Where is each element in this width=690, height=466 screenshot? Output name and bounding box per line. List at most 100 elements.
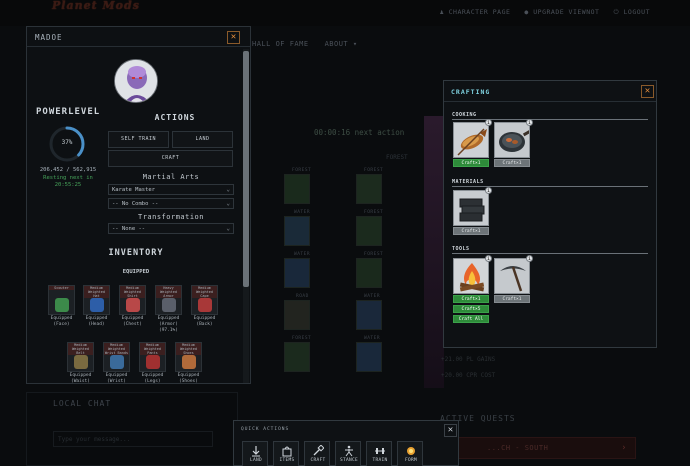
quick-stance-button[interactable]: STANCE <box>335 441 361 466</box>
craft-button[interactable]: CRAFT <box>108 150 233 167</box>
info-icon[interactable]: i <box>485 187 492 194</box>
martial-arts-title: Martial Arts <box>142 173 200 181</box>
chevron-right-icon: › <box>621 443 627 453</box>
craft-button[interactable]: Craft×1 <box>453 159 489 167</box>
martial-arts-select[interactable]: Karate Master ⌄ <box>108 184 234 195</box>
transformation-title: Transformation <box>137 213 204 221</box>
slot-image: Medium Weighted Wrist Bands <box>103 342 130 372</box>
transformation-select[interactable]: -- None -- ⌄ <box>108 223 234 234</box>
quick-land-label: LAND <box>249 458 263 463</box>
form-icon <box>407 447 415 455</box>
equipped-slot[interactable]: Medium Weighted Pants Equipped (Legs) <box>139 342 166 383</box>
local-chat-title: LOCAL CHAT <box>53 399 112 408</box>
tile-label: FOREST <box>292 168 312 173</box>
info-icon[interactable]: i <box>485 119 492 126</box>
info-icon[interactable]: i <box>526 119 533 126</box>
slot-item-name: Medium Weighted Cape <box>192 286 217 298</box>
map-tile[interactable] <box>284 174 310 204</box>
martial-arts-value: Karate Master <box>112 187 156 193</box>
category-divider <box>452 253 648 254</box>
site-logo[interactable]: Planet Mods <box>52 0 140 11</box>
map-tile[interactable] <box>356 216 382 246</box>
equipped-slot[interactable]: Medium Weighted Shoes Equipped (Shoes) <box>175 342 202 384</box>
map-tile[interactable] <box>284 258 310 288</box>
character-portrait-icon <box>115 60 157 102</box>
info-icon[interactable]: i <box>485 255 492 262</box>
slot-label: Equipped (Shoes) <box>177 373 200 384</box>
quick-form-button[interactable]: FORM <box>397 441 423 466</box>
quest-row[interactable]: ...CH - SOUTH › <box>440 437 636 459</box>
chat-input[interactable]: Type your message... <box>53 431 213 447</box>
stat-line: +21.00 PL GAINS <box>441 356 496 363</box>
logout-label: LOGOUT <box>623 8 650 16</box>
land-button[interactable]: LAND <box>172 131 233 148</box>
category-materials: MATERIALS <box>452 179 484 185</box>
equipped-slot[interactable]: Medium Weighted Cape Equipped (Back) <box>191 285 218 328</box>
nav-about-label: ABOUT <box>324 40 349 48</box>
upgrade-link[interactable]: ● UPGRADE VIEWNOT <box>524 8 599 17</box>
tile-label: WATER <box>294 252 311 257</box>
equipment-icon <box>162 298 176 312</box>
equipped-slot[interactable]: Medium Weighted Hat Equipped (Head) <box>83 285 110 328</box>
logout-link[interactable]: ⏻ LOGOUT <box>613 8 650 17</box>
main-nav: HALL OF FAME ABOUT ▾ <box>252 40 358 48</box>
self-train-button[interactable]: SELF TRAIN <box>108 131 169 148</box>
quick-train-button[interactable]: TRAIN <box>366 441 392 466</box>
map-tile[interactable] <box>356 174 382 204</box>
equipped-slot[interactable]: Heavy Weighted Armor Equipped (Armor) (97… <box>155 285 182 334</box>
items-icon <box>282 446 292 457</box>
slot-image: Medium Weighted Hat <box>83 285 110 315</box>
map-tile[interactable] <box>356 300 382 330</box>
combo-value: -- No Combo -- <box>112 201 159 207</box>
equipped-slot[interactable]: Medium Weighted Belt Equipped (Waist) <box>67 342 94 383</box>
stone-blocks-icon <box>453 190 489 226</box>
category-divider <box>452 186 648 187</box>
combo-select[interactable]: -- No Combo -- ⌄ <box>108 198 234 209</box>
map-tile[interactable] <box>284 216 310 246</box>
equipped-slot[interactable]: Medium Weighted Wrist Bands Equipped (Wri… <box>103 342 130 383</box>
quick-craft-button[interactable]: CRAFT <box>304 441 330 466</box>
equipment-icon <box>182 355 196 369</box>
close-crafting-panel-button[interactable]: ✕ <box>641 85 654 98</box>
craft-button[interactable]: Craft×1 <box>453 295 489 303</box>
tile-label: WATER <box>294 210 311 215</box>
craft-button[interactable]: Craft×1 <box>494 159 530 167</box>
close-character-panel-button[interactable]: ✕ <box>227 31 240 44</box>
quick-form-label: FORM <box>404 458 418 463</box>
tile-label: FOREST <box>364 168 384 173</box>
slot-item-name: Scouter <box>49 286 74 290</box>
close-quick-actions-button[interactable]: ✕ <box>444 424 457 437</box>
nav-about[interactable]: ABOUT ▾ <box>325 40 358 48</box>
equipped-slot[interactable]: Scouter Equipped (Face) <box>48 285 75 328</box>
quick-items-button[interactable]: ITEMS <box>273 441 299 466</box>
craft-button[interactable]: Craft×1 <box>494 295 530 303</box>
equipped-slot[interactable]: Medium Weighted Shirt Equipped (Chest) <box>119 285 146 328</box>
info-icon[interactable]: i <box>526 255 533 262</box>
world-map: FOREST FOREST WATER FOREST WATER FOREST … <box>254 162 442 384</box>
avatar <box>114 59 158 103</box>
character-page-link[interactable]: ♟ CHARACTER PAGE <box>440 8 511 17</box>
category-tools: TOOLS <box>452 246 470 252</box>
tile-label: FOREST <box>292 336 312 341</box>
slot-image: Medium Weighted Pants <box>139 342 166 372</box>
slot-item-name: Medium Weighted Wrist Bands <box>104 343 129 355</box>
craft-5-button[interactable]: Craft×5 <box>453 305 489 313</box>
powerlevel-percent: 37% <box>61 139 73 146</box>
campfire-icon <box>453 258 489 294</box>
train-icon <box>375 448 385 454</box>
map-tile[interactable] <box>284 300 310 330</box>
crafting-panel: CRAFTING ✕ COOKING i Craft×1 i Craft×1 M… <box>443 80 657 348</box>
side-portrait <box>424 116 444 388</box>
slot-image: Medium Weighted Belt <box>67 342 94 372</box>
map-tile[interactable] <box>356 258 382 288</box>
slot-item-name: Medium Weighted Pants <box>140 343 165 355</box>
map-tile[interactable] <box>284 342 310 372</box>
tile-label: WATER <box>364 294 381 299</box>
craft-button[interactable]: Craft×1 <box>453 227 489 235</box>
quick-land-button[interactable]: LAND <box>242 441 268 466</box>
nav-hall-of-fame[interactable]: HALL OF FAME <box>252 40 309 48</box>
craft-all-button[interactable]: Craft All <box>453 315 489 323</box>
scrollbar-thumb[interactable] <box>243 51 249 287</box>
slot-image: Medium Weighted Shoes <box>175 342 202 372</box>
map-tile[interactable] <box>356 342 382 372</box>
